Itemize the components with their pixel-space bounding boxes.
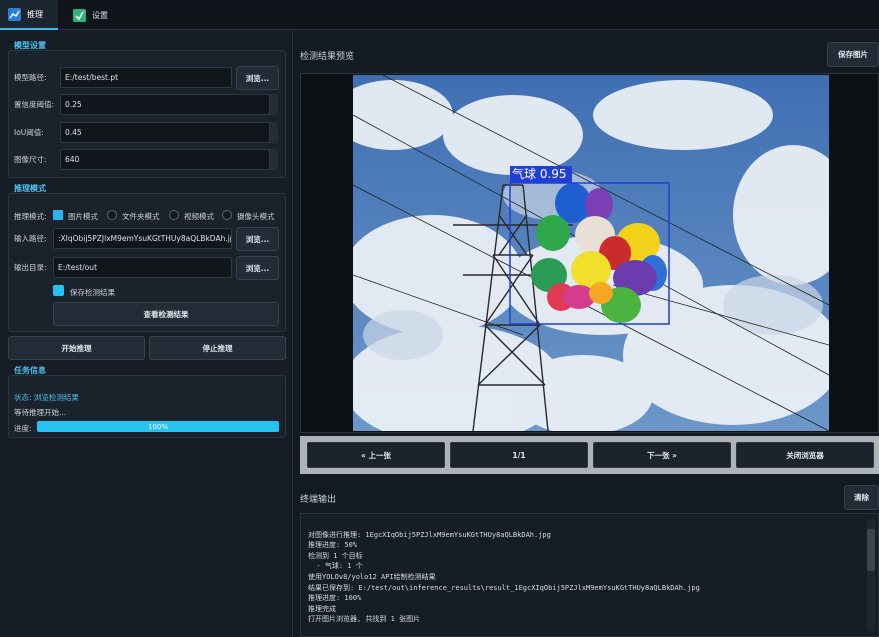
terminal-title: 终端输出 <box>300 495 337 505</box>
terminal-line: 检测到 1 个目标 <box>308 551 363 560</box>
detection-image: 气球 0.95 <box>353 75 829 431</box>
image-size-stepper[interactable] <box>269 149 278 170</box>
checkbox-icon <box>73 8 86 22</box>
mode-label: 推理模式: <box>14 212 47 221</box>
model-browse-button[interactable]: 浏览... <box>236 66 279 90</box>
progress-bar: 100% <box>37 421 279 432</box>
output-browse-button[interactable]: 浏览... <box>236 256 279 280</box>
radio-video-mode[interactable] <box>169 210 179 220</box>
terminal-line: 打开图片浏览器, 共找到 1 张图片 <box>308 615 421 624</box>
terminal-line: 使用YOLOv8/yolo12 API绘制检测结果 <box>308 572 436 581</box>
chart-line-icon <box>8 7 21 21</box>
next-image-button[interactable]: 下一张 » <box>593 442 731 468</box>
image-size-label: 图像尺寸: <box>14 155 47 164</box>
stop-inference-button[interactable]: 停止推理 <box>149 336 286 360</box>
radio-folder-mode-label: 文件夹模式 <box>122 212 160 221</box>
radio-folder-mode[interactable] <box>107 210 117 220</box>
page-indicator: 1/1 <box>450 442 588 468</box>
save-results-checkbox[interactable] <box>53 285 64 296</box>
preview-title: 检测结果预览 <box>300 52 355 62</box>
confidence-spinbox[interactable]: 0.25 <box>60 94 270 115</box>
tab-settings[interactable]: 设置 <box>62 0 124 30</box>
progress-text: 100% <box>147 422 168 431</box>
terminal-text: 对图像进行推理: 1EgcXIqObij5PZJlxM9emYsuKGtTHUy… <box>308 519 863 636</box>
terminal-scroll-thumb[interactable] <box>867 529 875 571</box>
view-results-button[interactable]: 查看检测结果 <box>53 302 279 326</box>
iou-label: IoU阈值: <box>14 128 44 137</box>
image-size-spinbox[interactable]: 640 <box>60 149 270 170</box>
tab-bar: 推理 设置 <box>0 0 879 30</box>
terminal-line: 推理进度: 100% <box>308 594 362 603</box>
model-path-input[interactable]: E:/test/best.pt <box>60 67 232 88</box>
prev-image-button[interactable]: « 上一张 <box>307 442 445 468</box>
start-inference-button[interactable]: 开始推理 <box>8 336 145 360</box>
progress-label: 进度: <box>14 424 32 433</box>
save-results-label: 保存检测结果 <box>70 288 115 297</box>
radio-video-mode-label: 视频模式 <box>184 212 214 221</box>
tab-inference-label: 推理 <box>27 9 43 19</box>
model-path-label: 模型路径: <box>14 73 47 82</box>
detection-label: 气球 0.95 <box>512 167 567 181</box>
confidence-stepper[interactable] <box>269 94 278 115</box>
tab-inference[interactable]: 推理 <box>0 0 58 30</box>
radio-camera-mode[interactable] <box>222 210 232 220</box>
output-dir-input[interactable]: E:/test/out <box>53 257 232 278</box>
iou-stepper[interactable] <box>269 122 278 143</box>
terminal-line: - 气球: 1 个 <box>308 562 363 571</box>
close-browser-button[interactable]: 关闭浏览器 <box>736 442 874 468</box>
input-path-label: 输入路径: <box>14 234 47 243</box>
waiting-text: 等待推理开始... <box>14 408 67 417</box>
panel-divider <box>292 31 293 637</box>
terminal-line: 推理进度: 50% <box>308 541 358 550</box>
clear-button[interactable]: 清除 <box>844 485 879 510</box>
radio-image-mode-label: 图片模式 <box>68 212 98 221</box>
terminal-line: 推理完成 <box>308 604 336 613</box>
input-browse-button[interactable]: 浏览... <box>236 227 279 251</box>
confidence-label: 置信度阈值: <box>14 100 55 109</box>
save-image-button[interactable]: 保存图片 <box>827 42 879 67</box>
output-dir-label: 输出目录: <box>14 263 47 272</box>
input-path-input[interactable]: :XIqObij5PZJlxM9emYsuKGtTHUy8aQLBkDAh.jp… <box>53 228 232 249</box>
status-text: 状态: 浏览检测结果 <box>14 393 79 402</box>
terminal-line: 结果已保存到: E:/test/out\inference_results\re… <box>308 583 700 592</box>
radio-image-mode[interactable] <box>53 210 63 220</box>
tab-settings-label: 设置 <box>92 10 108 20</box>
iou-spinbox[interactable]: 0.45 <box>60 122 270 143</box>
terminal-line: 对图像进行推理: 1EgcXIqObij5PZJlxM9emYsuKGtTHUy… <box>308 530 551 539</box>
radio-camera-mode-label: 摄像头模式 <box>237 212 275 221</box>
